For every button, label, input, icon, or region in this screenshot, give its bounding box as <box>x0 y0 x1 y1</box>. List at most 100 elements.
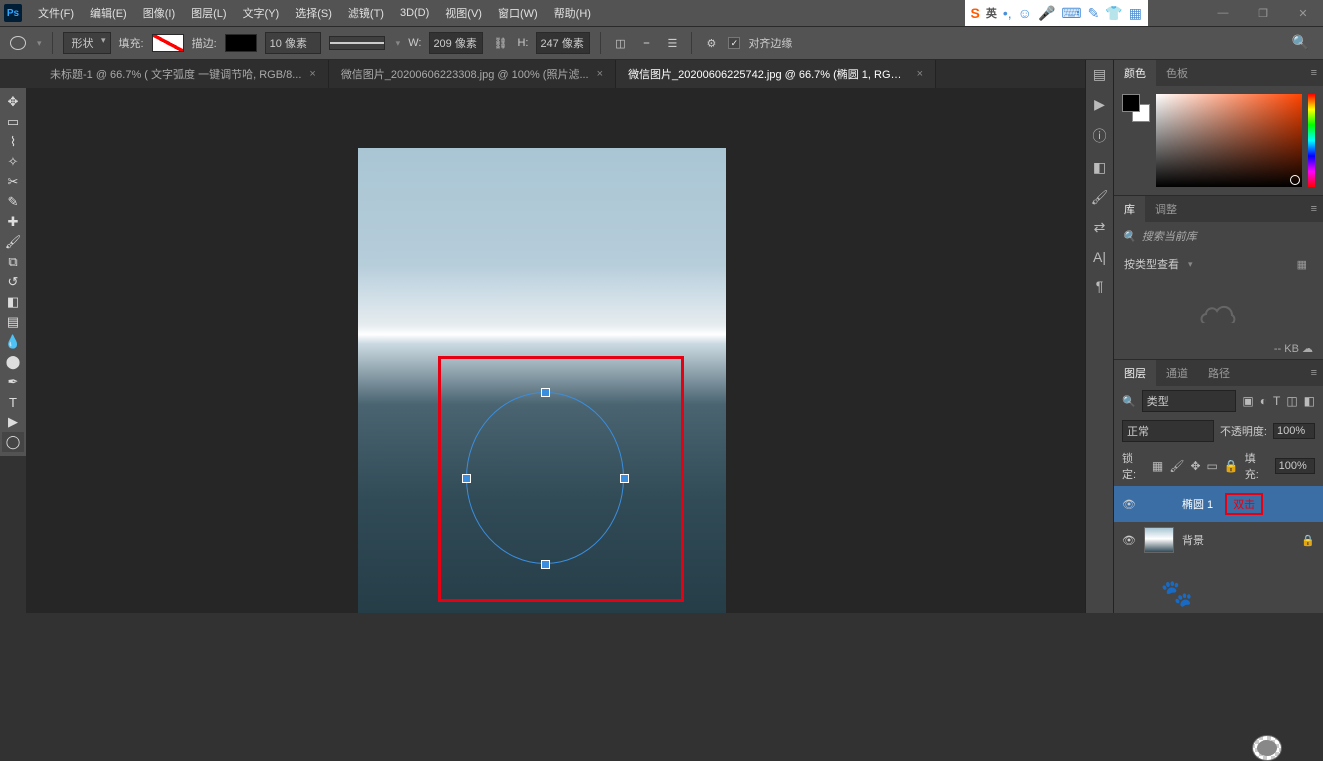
type-tool[interactable]: T <box>2 392 24 412</box>
info-panel-icon[interactable]: ⓘ <box>1093 126 1107 146</box>
lasso-tool[interactable]: ⌇ <box>2 132 24 152</box>
blur-tool[interactable]: 💧 <box>2 332 24 352</box>
ime-mode[interactable]: 英 <box>986 5 997 21</box>
menu-filter[interactable]: 滤镜(T) <box>340 1 392 25</box>
fg-bg-swatch[interactable] <box>1122 94 1150 122</box>
tab-color[interactable]: 颜色 <box>1114 60 1156 86</box>
link-wh-icon[interactable]: ⛓ <box>491 34 509 52</box>
layer-row-ellipse[interactable]: 👁 椭圆 1 双击 <box>1114 486 1323 522</box>
tab-adjustments[interactable]: 调整 <box>1145 196 1187 222</box>
brush-tool[interactable]: 🖌 <box>2 232 24 252</box>
hue-slider[interactable] <box>1308 94 1315 187</box>
fill-swatch[interactable] <box>152 34 184 52</box>
path-arrange-icon[interactable]: ☰ <box>663 34 681 52</box>
char-panel-icon[interactable]: A| <box>1093 249 1106 265</box>
gear-icon[interactable]: ⚙ <box>702 34 720 52</box>
properties-panel-icon[interactable]: ◧ <box>1093 159 1106 176</box>
doc-tab-2[interactable]: 微信图片_20200606223308.jpg @ 100% (照片滤...× <box>329 60 616 88</box>
lock-icon[interactable]: 🔒 <box>1301 534 1315 547</box>
layer-name[interactable]: 背景 <box>1182 532 1204 548</box>
menu-3d[interactable]: 3D(D) <box>392 3 437 23</box>
quick-select-tool[interactable]: ✧ <box>2 152 24 172</box>
shape-tool[interactable]: ◯ <box>2 432 24 452</box>
stroke-swatch[interactable] <box>225 34 257 52</box>
ime-mic-icon[interactable]: 🎤 <box>1038 5 1055 22</box>
layer-thumb[interactable] <box>1252 735 1282 761</box>
lock-pos-icon[interactable]: ✥ <box>1190 459 1200 473</box>
stamp-tool[interactable]: ⧉ <box>2 252 24 272</box>
panel-menu-icon[interactable]: ≡ <box>1311 67 1317 79</box>
lock-art-icon[interactable]: ▭ <box>1207 459 1218 473</box>
history-panel-icon[interactable]: ▤ <box>1093 66 1106 83</box>
healing-tool[interactable]: ✚ <box>2 212 24 232</box>
menu-file[interactable]: 文件(F) <box>30 1 82 25</box>
align-edges-checkbox[interactable]: ✓ <box>728 37 740 49</box>
pen-tool[interactable]: ✒ <box>2 372 24 392</box>
menu-image[interactable]: 图像(I) <box>135 1 183 25</box>
tab-swatches[interactable]: 色板 <box>1156 60 1198 86</box>
blend-mode-select[interactable]: 正常 <box>1122 420 1214 442</box>
search-icon[interactable]: 🔍 <box>1292 34 1309 51</box>
filter-adj-icon[interactable]: ◐ <box>1260 394 1267 408</box>
close-tab-icon[interactable]: × <box>917 68 923 80</box>
filter-img-icon[interactable]: ▣ <box>1242 394 1253 408</box>
lib-view-select[interactable]: 按类型查看 <box>1124 256 1179 272</box>
tab-paths[interactable]: 路径 <box>1198 360 1240 386</box>
path-ops-icon[interactable]: ◫ <box>611 34 629 52</box>
clone-panel-icon[interactable]: ⇄ <box>1094 219 1106 236</box>
stroke-style-select[interactable] <box>329 36 385 50</box>
path-select-tool[interactable]: ▶ <box>2 412 24 432</box>
opacity-input[interactable]: 100% <box>1273 423 1315 439</box>
actions-panel-icon[interactable]: ▶ <box>1094 96 1105 113</box>
layer-filter-select[interactable]: 类型 <box>1142 390 1237 412</box>
visibility-icon[interactable]: 👁 <box>1122 534 1136 547</box>
history-brush-tool[interactable]: ↺ <box>2 272 24 292</box>
close-tab-icon[interactable]: × <box>597 68 603 80</box>
filter-smart-icon[interactable]: ◧ <box>1304 394 1315 408</box>
layer-row-background[interactable]: 👁 背景 🔒 <box>1114 522 1323 558</box>
menu-type[interactable]: 文字(Y) <box>235 1 288 25</box>
anchor-left[interactable] <box>462 474 471 483</box>
move-tool[interactable]: ✥ <box>2 92 24 112</box>
tab-channels[interactable]: 通道 <box>1156 360 1198 386</box>
fill-opacity-input[interactable]: 100% <box>1275 458 1315 474</box>
height-input[interactable]: 247 像素 <box>536 32 590 54</box>
minimize-button[interactable]: — <box>1203 0 1243 26</box>
menu-edit[interactable]: 编辑(E) <box>82 1 135 25</box>
menu-help[interactable]: 帮助(H) <box>546 1 599 25</box>
lib-grid-icon[interactable]: ▦ <box>1297 258 1307 271</box>
layer-thumb[interactable] <box>1144 527 1174 553</box>
menu-layer[interactable]: 图层(L) <box>183 1 234 25</box>
brush-panel-icon[interactable]: 🖌 <box>1091 189 1109 206</box>
tab-libraries[interactable]: 库 <box>1114 196 1145 222</box>
layer-name[interactable]: 椭圆 1 <box>1182 496 1213 512</box>
ime-punct-icon[interactable]: •, <box>1003 5 1012 21</box>
eyedropper-tool[interactable]: ✎ <box>2 192 24 212</box>
dodge-tool[interactable]: ⬤ <box>2 352 24 372</box>
ime-skin-icon[interactable]: 👕 <box>1105 5 1122 22</box>
filter-shape-icon[interactable]: ◫ <box>1286 394 1297 408</box>
eraser-tool[interactable]: ◧ <box>2 292 24 312</box>
menu-view[interactable]: 视图(V) <box>437 1 490 25</box>
panel-menu-icon[interactable]: ≡ <box>1311 203 1317 215</box>
tool-preset-icon[interactable] <box>10 36 26 50</box>
anchor-bottom[interactable] <box>541 560 550 569</box>
path-align-icon[interactable]: ⎯ <box>637 34 655 52</box>
close-button[interactable]: ✕ <box>1283 0 1323 26</box>
shape-mode-select[interactable]: 形状 <box>63 32 111 54</box>
ime-keyboard-icon[interactable]: ⌨ <box>1061 5 1081 22</box>
restore-button[interactable]: ❐ <box>1243 0 1283 26</box>
ime-panel[interactable]: S 英 •, ☺ 🎤 ⌨ ✎ 👕 ▦ <box>965 0 1149 26</box>
visibility-icon[interactable]: 👁 <box>1122 498 1136 511</box>
menu-window[interactable]: 窗口(W) <box>490 1 546 25</box>
lock-trans-icon[interactable]: ▦ <box>1152 459 1163 473</box>
menu-select[interactable]: 选择(S) <box>287 1 340 25</box>
anchor-top[interactable] <box>541 388 550 397</box>
cloud-sync-icon[interactable]: ☁ <box>1302 343 1313 355</box>
ime-grid-icon[interactable]: ▦ <box>1129 5 1142 22</box>
lock-paint-icon[interactable]: 🖌 <box>1169 459 1184 473</box>
doc-tab-3[interactable]: 微信图片_20200606225742.jpg @ 66.7% (椭圆 1, R… <box>616 60 936 88</box>
document-canvas[interactable] <box>358 148 726 613</box>
canvas-area[interactable] <box>26 88 1085 613</box>
width-input[interactable]: 209 像素 <box>429 32 483 54</box>
